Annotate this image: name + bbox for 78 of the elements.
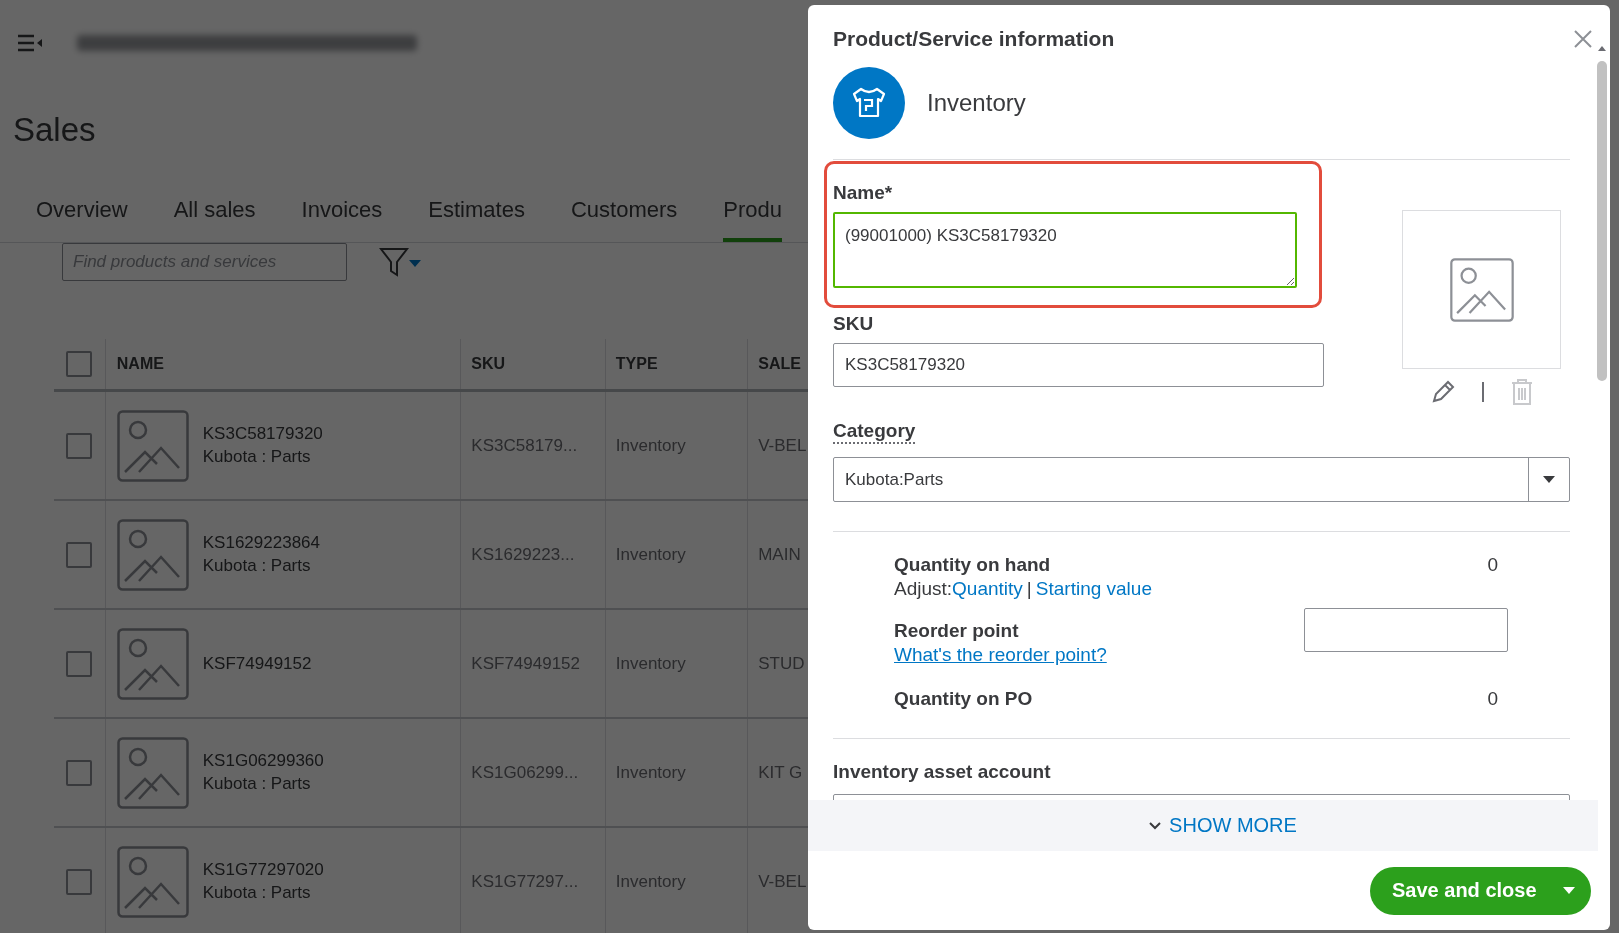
quantity-value: 0 xyxy=(1487,687,1499,711)
field-label: Category xyxy=(833,420,916,444)
image-placeholder-icon xyxy=(116,627,189,700)
caret-icon xyxy=(1563,886,1575,895)
table-cell: KS1G06299... xyxy=(461,719,606,826)
item-name[interactable]: KS1G77297020 xyxy=(202,860,324,880)
separator: | xyxy=(1026,578,1032,599)
item-type-label: Inventory xyxy=(927,89,1026,117)
reorder-point-field[interactable] xyxy=(1304,608,1508,652)
tab[interactable]: Overview xyxy=(36,188,128,242)
checkbox[interactable] xyxy=(66,432,93,459)
item-category: Kubota : Parts xyxy=(202,556,312,576)
menu-icon[interactable] xyxy=(17,34,43,52)
item-name[interactable]: KS3C58179320 xyxy=(202,424,323,444)
field-label: SKU xyxy=(833,313,875,335)
column-header[interactable]: SKU xyxy=(461,339,606,389)
save-and-close-button[interactable]: Save and close xyxy=(1370,866,1591,915)
table-cell: KS1G77297... xyxy=(461,828,606,933)
item-category: Kubota : Parts xyxy=(202,883,312,903)
field-label: Inventory asset account xyxy=(833,761,1052,783)
image-placeholder-icon xyxy=(1449,257,1514,322)
table-cell-text: STUD xyxy=(757,652,806,675)
help-link[interactable]: What's the reorder point? xyxy=(894,643,1107,667)
tab[interactable]: All sales xyxy=(173,188,256,242)
tab[interactable]: Invoices xyxy=(301,188,383,242)
field-label: Name* xyxy=(833,182,894,204)
checkbox[interactable] xyxy=(66,759,93,786)
table-cell: Inventory xyxy=(605,719,749,826)
item-category: Kubota : Parts xyxy=(202,774,312,794)
show-more-button[interactable]: SHOW MORE xyxy=(1145,812,1301,839)
image-upload-area[interactable] xyxy=(1402,210,1561,369)
table-cell-text: KIT G xyxy=(757,761,804,784)
field-label: Reorder point xyxy=(894,619,1020,643)
table-cell: Inventory xyxy=(605,828,749,933)
sku-field[interactable]: KS3C58179320 xyxy=(833,343,1324,387)
table-cell: KS3C58179... xyxy=(461,392,606,499)
checkbox[interactable] xyxy=(66,541,93,568)
tab[interactable]: Customers xyxy=(570,188,678,242)
field-label: Quantity on PO xyxy=(894,687,1033,711)
link[interactable]: Quantity xyxy=(952,578,1023,599)
filter-icon[interactable] xyxy=(379,247,423,277)
item-name[interactable]: KSF74949152 xyxy=(202,653,312,674)
checkbox[interactable] xyxy=(66,650,93,677)
shirt-icon xyxy=(833,67,905,139)
trash-icon[interactable] xyxy=(1509,378,1534,406)
tab[interactable]: Produ xyxy=(723,188,782,242)
category-dropdown[interactable]: Kubota:Parts xyxy=(833,457,1570,502)
image-placeholder-icon xyxy=(116,409,189,482)
item-category: Kubota : Parts xyxy=(202,447,312,467)
column-header[interactable]: SALE xyxy=(748,339,808,389)
tab[interactable]: Estimates xyxy=(428,188,525,242)
table-cell: KS1629223... xyxy=(461,501,606,608)
page-title: Sales xyxy=(13,110,97,150)
table-cell: Inventory xyxy=(605,501,749,608)
image-placeholder-icon xyxy=(116,736,189,809)
table-cell-text: V-BEL xyxy=(757,434,808,457)
dialog-title: Product/Service information xyxy=(833,27,1116,51)
image-placeholder-icon xyxy=(116,845,189,918)
column-header[interactable]: NAME xyxy=(105,339,462,389)
link[interactable]: Starting value xyxy=(1035,578,1152,599)
adjust-label: Adjust: xyxy=(894,578,953,599)
field-label: Quantity on hand xyxy=(894,553,1052,577)
checkbox[interactable] xyxy=(66,351,93,377)
quantity-value: 0 xyxy=(1487,553,1499,577)
caret-icon xyxy=(1543,475,1555,484)
chevron-icon xyxy=(1149,821,1162,830)
item-name[interactable]: KS1G06299360 xyxy=(202,751,324,771)
name-field[interactable]: (99001000) KS3C58179320 xyxy=(833,212,1297,288)
close-icon[interactable] xyxy=(1573,29,1593,49)
image-placeholder-icon xyxy=(116,518,189,591)
item-name[interactable]: KS1629223864 xyxy=(202,533,320,553)
table-cell: Inventory xyxy=(605,392,749,499)
checkbox[interactable] xyxy=(66,868,93,895)
table-cell: Inventory xyxy=(605,610,749,717)
table-cell-text: V-BEL xyxy=(757,870,808,893)
table-cell-text: MAIN xyxy=(757,543,802,566)
table-cell: KSF74949152 xyxy=(461,610,606,717)
column-header[interactable]: TYPE xyxy=(605,339,749,389)
